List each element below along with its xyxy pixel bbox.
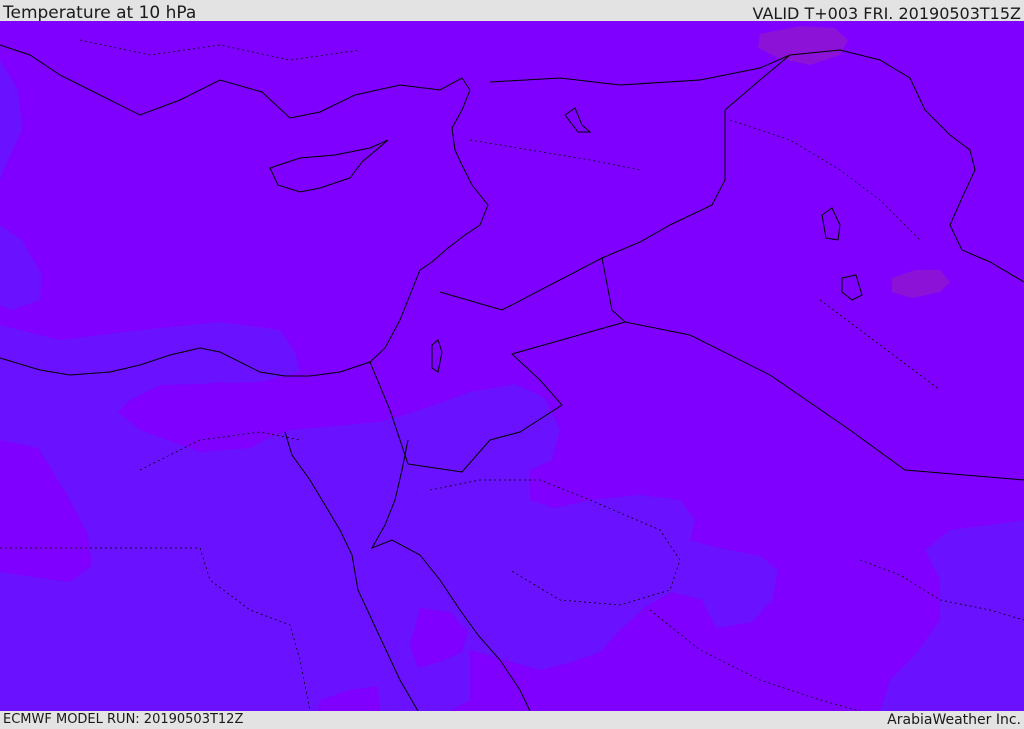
credit-label: ArabiaWeather Inc. <box>887 712 1021 728</box>
temperature-map[interactable] <box>0 21 1024 711</box>
model-run-label: ECMWF MODEL RUN: 20190503T12Z <box>3 712 244 727</box>
map-title: Temperature at 10 hPa <box>3 3 197 23</box>
